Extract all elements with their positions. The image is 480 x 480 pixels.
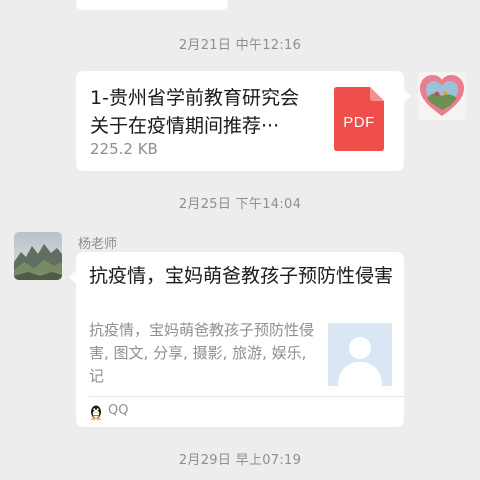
- qq-penguin-icon: [89, 404, 103, 420]
- file-size: 225.2 KB: [90, 140, 158, 158]
- sender-avatar[interactable]: [14, 232, 62, 280]
- timestamp: 2月29日 早上07:19: [178, 453, 302, 468]
- divider: [89, 396, 404, 397]
- link-message-bubble[interactable]: 抗疫情，宝妈萌爸教孩子预防性侵害 抗疫情，宝妈萌爸教孩子预防性侵害, 图文, 分…: [69, 252, 404, 427]
- timestamp: 2月21日 中午12:16: [178, 38, 302, 53]
- default-avatar-icon: [328, 323, 392, 386]
- pdf-type-label: PDF: [343, 114, 375, 131]
- timestamp: 2月25日 下午14:04: [178, 197, 302, 212]
- file-name: 1-贵州省学前教育研究会 关于在疫情期间推荐···: [90, 84, 322, 140]
- link-title: 抗疫情，宝妈萌爸教孩子预防性侵害: [89, 265, 394, 287]
- file-name-line-2: 关于在疫情期间推荐···: [90, 115, 280, 137]
- link-description: 抗疫情，宝妈萌爸教孩子预防性侵害, 图文, 分享, 摄影, 旅游, 娱乐, 记: [89, 321, 315, 385]
- my-avatar[interactable]: [418, 72, 466, 120]
- previous-message-bubble[interactable]: [76, 0, 228, 10]
- file-name-line-1: 1-贵州省学前教育研究会: [90, 87, 299, 109]
- pdf-file-icon: PDF: [334, 87, 384, 151]
- source-label: QQ: [108, 403, 129, 418]
- sender-name: 杨老师: [78, 237, 118, 252]
- file-message-bubble[interactable]: 1-贵州省学前教育研究会 关于在疫情期间推荐··· 225.2 KB PDF: [76, 71, 411, 171]
